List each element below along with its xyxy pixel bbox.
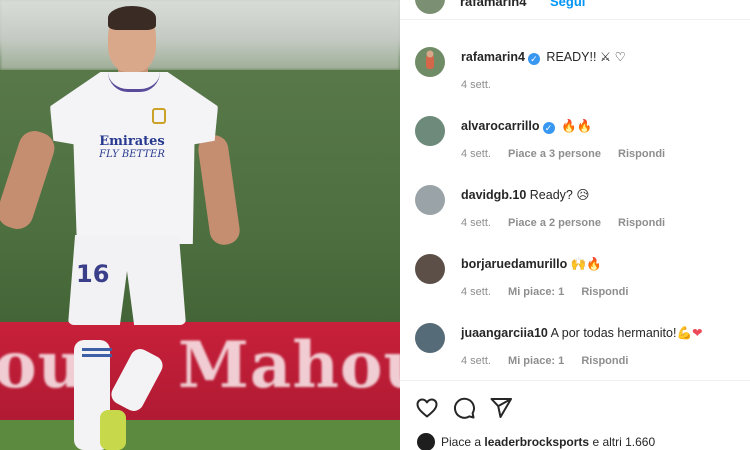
comment-likes[interactable]: Piace a 2 persone: [508, 217, 601, 229]
comment-time[interactable]: 4 sett.: [461, 217, 491, 229]
post-actions-bar: Piace a leaderbrocksports e altri 1.660: [400, 380, 750, 450]
liked-by-summary[interactable]: Piace a leaderbrocksports e altri 1.660: [417, 433, 655, 450]
reply-button[interactable]: Rispondi: [618, 148, 665, 160]
comment-likes[interactable]: Mi piace: 1: [508, 355, 564, 367]
comment-username[interactable]: juaangarciia10: [461, 326, 548, 340]
caption-avatar[interactable]: [415, 47, 445, 77]
player-hair: [108, 6, 156, 30]
comment-emoji: 😥: [576, 188, 590, 202]
comment-text: Ready?: [529, 188, 573, 202]
shorts-number: 16: [76, 260, 110, 288]
comment-emoji: 🔥🔥: [561, 119, 593, 133]
caption-meta: 4 sett.: [461, 79, 505, 91]
player-right-sock: [107, 345, 167, 415]
post-header: rafamarin4 Segui: [400, 0, 750, 20]
reply-button[interactable]: Rispondi: [618, 217, 665, 229]
comment-item: borjaruedamurillo 🙌🔥 4 sett. Mi piace: 1…: [400, 254, 750, 324]
verified-badge-icon: ✓: [527, 53, 540, 65]
comment-time[interactable]: 4 sett.: [461, 148, 491, 160]
comment-icon[interactable]: [451, 395, 477, 421]
comment-avatar[interactable]: [415, 254, 445, 284]
comment-time[interactable]: 4 sett.: [461, 355, 491, 367]
sponsor-line-2: FLY BETTER: [99, 149, 165, 160]
author-avatar[interactable]: [415, 0, 445, 14]
comment-emoji: 💪❤: [676, 326, 703, 340]
comments-panel: rafamarin4 Segui rafamarin4 ✓ READY!! ⚔ ♡…: [400, 0, 750, 450]
comment-meta: 4 sett. Mi piace: 1 Rispondi: [461, 286, 642, 298]
heart-icon[interactable]: [414, 395, 440, 421]
comment-meta: 4 sett. Piace a 3 persone Rispondi: [461, 148, 679, 160]
reply-button[interactable]: Rispondi: [581, 286, 628, 298]
comment-username[interactable]: davidgb.10: [461, 188, 526, 202]
share-icon[interactable]: [488, 395, 514, 421]
liked-by-user[interactable]: leaderbrocksports: [484, 435, 589, 449]
comment-emoji: 🙌🔥: [570, 257, 602, 271]
verified-badge-icon: ✓: [542, 122, 555, 134]
comment-meta: 4 sett. Mi piace: 1 Rispondi: [461, 355, 642, 367]
caption-time[interactable]: 4 sett.: [461, 79, 491, 91]
comment-text: A por todas hermanito!: [550, 326, 677, 340]
comment-username[interactable]: alvarocarrillo: [461, 119, 540, 133]
caption-emoji: ⚔ ♡: [599, 50, 626, 64]
comment-body: juaangarciia10 A por todas hermanito!💪❤: [461, 325, 740, 341]
comment-body: alvarocarrillo ✓ 🔥🔥: [461, 118, 740, 134]
liked-by-prefix: Piace a: [441, 435, 482, 449]
caption-text: READY!!: [546, 50, 597, 64]
comment-time[interactable]: 4 sett.: [461, 286, 491, 298]
caption-body: rafamarin4 ✓ READY!! ⚔ ♡: [461, 49, 740, 65]
comment-item: alvarocarrillo ✓ 🔥🔥 4 sett. Piace a 3 per…: [400, 116, 750, 186]
comment-likes[interactable]: Mi piace: 1: [508, 286, 564, 298]
comment-avatar[interactable]: [415, 323, 445, 353]
comment-avatar[interactable]: [415, 116, 445, 146]
shirt-sponsor: Emirates FLY BETTER: [92, 134, 172, 160]
player-boot: [100, 410, 126, 450]
player-figure: Emirates FLY BETTER 16: [0, 0, 400, 450]
liker-avatar[interactable]: [417, 433, 435, 450]
sock-stripe: [82, 348, 112, 351]
author-handle[interactable]: rafamarin4: [460, 0, 526, 9]
sock-stripe: [82, 354, 112, 357]
player-right-arm: [196, 133, 242, 247]
comment-likes[interactable]: Piace a 3 persone: [508, 148, 601, 160]
comment-body: borjaruedamurillo 🙌🔥: [461, 256, 740, 272]
post-caption: rafamarin4 ✓ READY!! ⚔ ♡ 4 sett.: [400, 47, 750, 117]
club-crest: [152, 108, 166, 124]
comment-meta: 4 sett. Piace a 2 persone Rispondi: [461, 217, 679, 229]
comment-avatar[interactable]: [415, 185, 445, 215]
follow-button[interactable]: Segui: [550, 0, 585, 9]
comment-body: davidgb.10 Ready? 😥: [461, 187, 740, 203]
post-photo[interactable]: ou Mahou Emirates FLY BETTER 16: [0, 0, 400, 450]
player-left-arm: [0, 126, 59, 234]
sponsor-line-1: Emirates: [99, 134, 165, 149]
reply-button[interactable]: Rispondi: [581, 355, 628, 367]
caption-username[interactable]: rafamarin4: [461, 50, 525, 64]
comment-username[interactable]: borjaruedamurillo: [461, 257, 567, 271]
comment-item: davidgb.10 Ready? 😥 4 sett. Piace a 2 pe…: [400, 185, 750, 255]
liked-by-suffix[interactable]: e altri 1.660: [592, 435, 655, 449]
